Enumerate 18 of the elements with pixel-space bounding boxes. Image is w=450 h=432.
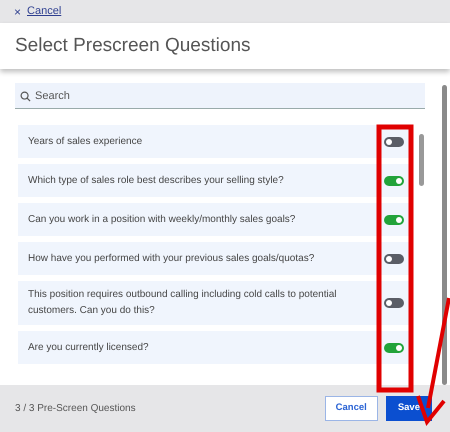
question-text: How have you performed with your previous sales goals/quotas? xyxy=(28,252,316,266)
question-count: 3 / 3 Pre-Screen Questions xyxy=(15,402,137,416)
toggle-switch[interactable] xyxy=(384,342,404,352)
toggle-switch[interactable] xyxy=(384,214,404,224)
toggle-switch[interactable] xyxy=(384,254,404,264)
toggle-switch[interactable] xyxy=(384,136,404,146)
question-text: Can you work in a position with weekly/monthly sales goals? xyxy=(28,212,296,226)
search-field[interactable]: Search xyxy=(15,83,425,109)
cancel-button[interactable]: Cancel xyxy=(324,396,378,421)
dialog-title: Select Prescreen Questions xyxy=(15,34,251,58)
close-icon[interactable]: × xyxy=(14,2,22,20)
question-text: Are you currently licensed? xyxy=(28,340,150,354)
toggle-switch[interactable] xyxy=(384,298,404,308)
question-text: This position requires outbound calling including cold calls to potential customers. Can you do this? xyxy=(28,288,338,318)
toggle-switch[interactable] xyxy=(384,176,404,186)
cancel-link[interactable]: Cancel xyxy=(27,3,62,20)
question-text: Years of sales experience xyxy=(28,134,144,148)
question-text: Which type of sales role best describes your selling style? xyxy=(28,174,285,188)
